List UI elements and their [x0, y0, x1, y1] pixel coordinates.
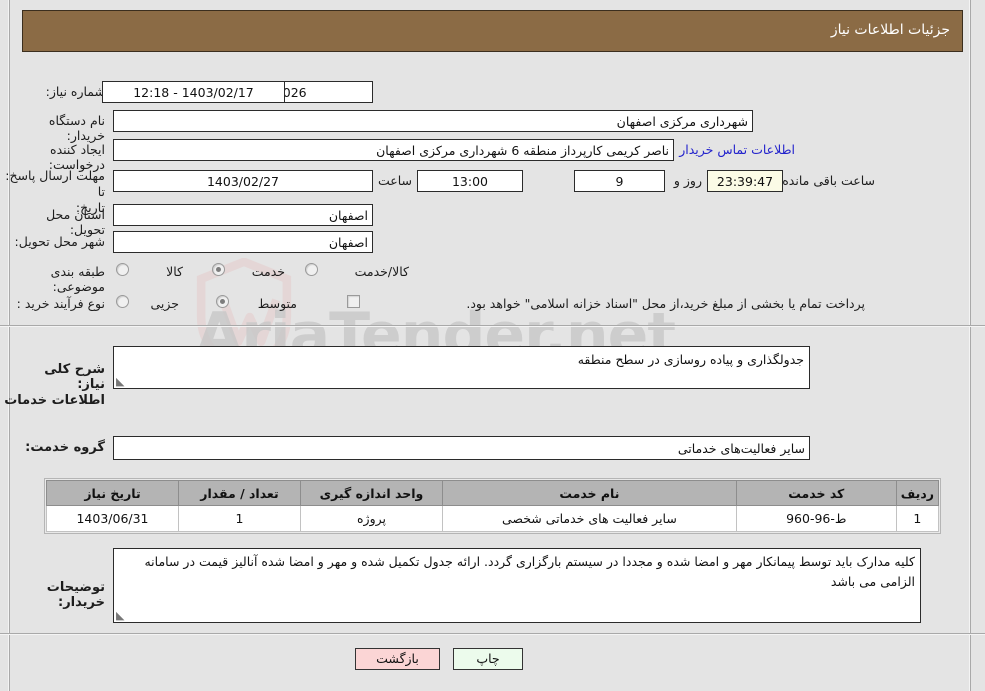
frame-line-left [969, 0, 971, 691]
resize-grip-icon-notes[interactable]: ◢ [116, 609, 126, 622]
col-date: تاریخ نیاز [46, 480, 179, 506]
buyer-contact-link[interactable]: اطلاعات تماس خریدار [679, 142, 795, 157]
cell-qty: 1 [178, 505, 301, 532]
radio-category-khedmat-label: خدمت [251, 264, 285, 279]
delivery-province-value: اصفهان [113, 204, 373, 226]
frame-line-right [8, 0, 10, 691]
page-title: جزئیات اطلاعات نیاز [830, 22, 950, 38]
radio-process-motavaset[interactable] [216, 295, 229, 308]
checkbox-treasury-document[interactable] [347, 295, 360, 308]
cell-code: ط-96-960 [735, 505, 897, 532]
buyer-organization-label: نام دستگاه خریدار: [48, 113, 105, 143]
delivery-city-label: شهر محل تحویل: [14, 234, 105, 249]
need-number-label: شماره نیاز: [45, 84, 105, 99]
deadline-hour-value: 13:00 [417, 170, 523, 192]
section-divider-top [0, 325, 985, 327]
page-root: AriaTender.net جزئیات اطلاعات نیاز شماره… [0, 0, 985, 691]
services-table-wrapper: ردیف کد خدمت نام خدمت واحد اندازه گیری ت… [44, 478, 941, 534]
need-description-label: شرح کلی نیاز: [44, 362, 105, 392]
services-section-heading: اطلاعات خدمات مورد نیاز [4, 393, 105, 408]
announcement-datetime-value: 1403/02/17 - 12:18 [102, 81, 285, 103]
print-button[interactable]: چاپ [453, 648, 523, 670]
radio-category-khedmat[interactable] [212, 263, 225, 276]
subject-category-label: طبقه بندی موضوعی: [50, 264, 105, 294]
col-qty: تعداد / مقدار [178, 480, 301, 506]
remaining-days-value: 9 [574, 170, 665, 192]
col-code: کد خدمت [735, 480, 897, 506]
cell-row: 1 [895, 505, 940, 532]
table-row: 1 ط-96-960 سایر فعالیت های خدماتی شخصی پ… [46, 505, 940, 532]
deadline-hour-label: ساعت [377, 173, 412, 188]
radio-category-kala-khedmat[interactable] [305, 263, 318, 276]
remaining-time-countdown: 23:39:47 [707, 170, 783, 192]
radio-category-kala-khedmat-label: کالا/خدمت [354, 264, 409, 279]
purchase-process-label: نوع فرآیند خرید : [16, 296, 105, 311]
col-name: نام خدمت [442, 480, 737, 506]
radio-category-kala-label: کالا [166, 264, 183, 279]
buyer-notes-text: کلیه مدارک باید توسط پیمانکار مهر و امضا… [144, 554, 915, 589]
treasury-document-note: پرداخت تمام یا بخشی از مبلغ خرید،از محل … [466, 296, 865, 311]
cell-name: سایر فعالیت های خدماتی شخصی [442, 505, 737, 532]
delivery-province-label: استان محل تحویل: [46, 207, 105, 237]
col-row: ردیف [895, 480, 940, 506]
buyer-organization-value: شهرداری مرکزی اصفهان [113, 110, 753, 132]
cell-unit: پروژه [300, 505, 443, 532]
radio-process-jozee-label: جزیی [150, 296, 179, 311]
back-button[interactable]: بازگشت [355, 648, 440, 670]
need-description-value[interactable]: جدولگذاری و پیاده روسازی در سطح منطقه ◢ [113, 346, 810, 389]
request-creator-value: ناصر کریمی کارپرداز منطقه 6 شهرداری مرکز… [113, 139, 674, 161]
radio-category-kala[interactable] [116, 263, 129, 276]
buyer-notes-label: توضیحات خریدار: [46, 580, 105, 610]
cell-date: 1403/06/31 [46, 505, 179, 532]
deadline-date-value: 1403/02/27 [113, 170, 373, 192]
radio-process-motavaset-label: متوسط [257, 296, 297, 311]
remaining-time-suffix: ساعت باقی مانده [782, 173, 875, 188]
buyer-notes-value[interactable]: کلیه مدارک باید توسط پیمانکار مهر و امضا… [113, 548, 921, 623]
service-group-label: گروه خدمت: [25, 440, 105, 455]
table-header-row: ردیف کد خدمت نام خدمت واحد اندازه گیری ت… [46, 480, 940, 506]
services-table: ردیف کد خدمت نام خدمت واحد اندازه گیری ت… [46, 480, 940, 532]
service-group-value: سایر فعالیت‌های خدماتی [113, 436, 810, 460]
window-titlebar: جزئیات اطلاعات نیاز [22, 10, 963, 52]
resize-grip-icon[interactable]: ◢ [116, 375, 126, 388]
delivery-city-value: اصفهان [113, 231, 373, 253]
radio-process-jozee[interactable] [116, 295, 129, 308]
remaining-days-separator: روز و [673, 173, 702, 188]
need-description-text: جدولگذاری و پیاده روسازی در سطح منطقه [577, 352, 804, 367]
col-unit: واحد اندازه گیری [300, 480, 443, 506]
section-divider-bottom [0, 633, 985, 635]
